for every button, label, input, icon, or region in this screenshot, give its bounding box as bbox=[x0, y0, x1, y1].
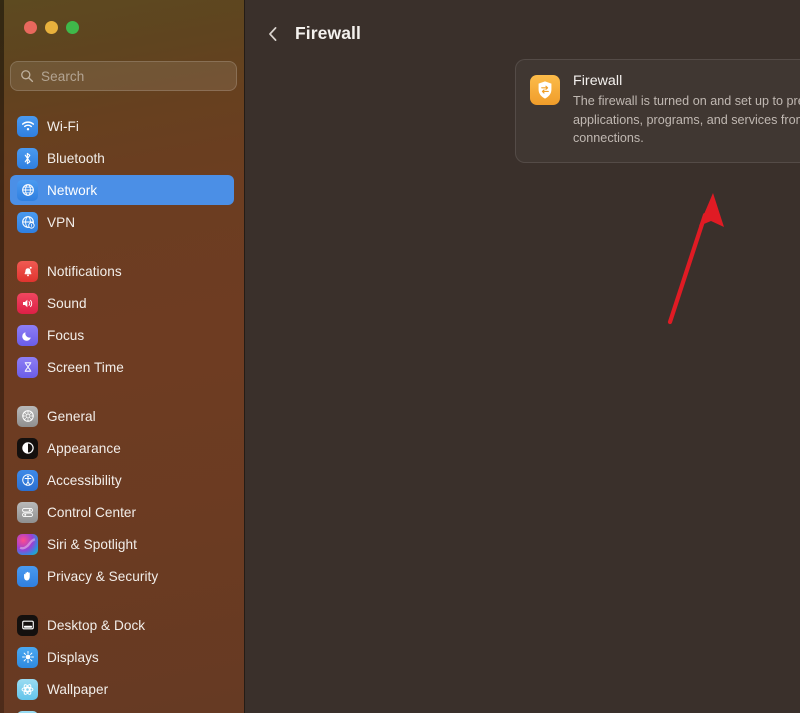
sidebar-item-label: VPN bbox=[47, 215, 75, 230]
control-center-icon bbox=[17, 502, 38, 523]
content-header: Firewall bbox=[245, 0, 800, 50]
sidebar-item-notifications[interactable]: Notifications bbox=[10, 256, 234, 286]
appearance-contrast-icon bbox=[17, 438, 38, 459]
minimize-button-icon[interactable] bbox=[45, 21, 58, 34]
sidebar-item-siri-spotlight[interactable]: Siri & Spotlight bbox=[10, 529, 234, 559]
traffic-lights bbox=[24, 21, 79, 34]
notifications-bell-icon bbox=[17, 261, 38, 282]
chevron-left-icon bbox=[266, 24, 280, 44]
sidebar-divider bbox=[0, 384, 244, 401]
sidebar-group-network: Wi-Fi Bluetooth bbox=[0, 111, 244, 237]
sidebar-divider bbox=[0, 593, 244, 610]
search-box[interactable]: Search bbox=[10, 61, 237, 91]
maximize-button-icon[interactable] bbox=[66, 21, 79, 34]
bluetooth-icon bbox=[17, 148, 38, 169]
action-row: Options... ? bbox=[515, 171, 800, 196]
sidebar-item-vpn[interactable]: VPN bbox=[10, 207, 234, 237]
focus-moon-icon bbox=[17, 325, 38, 346]
wallpaper-icon bbox=[17, 679, 38, 700]
sidebar-item-label: Bluetooth bbox=[47, 151, 105, 166]
desktop-dock-icon bbox=[17, 615, 38, 636]
sidebar-item-label: Wallpaper bbox=[47, 682, 108, 697]
sidebar-item-appearance[interactable]: Appearance bbox=[10, 433, 234, 463]
sidebar-item-label: Control Center bbox=[47, 505, 136, 520]
back-button[interactable] bbox=[264, 23, 282, 45]
sidebar-item-label: Network bbox=[47, 183, 97, 198]
sidebar-divider bbox=[0, 239, 244, 256]
firewall-text-block: Firewall The firewall is turned on and s… bbox=[573, 73, 800, 148]
privacy-hand-icon bbox=[17, 566, 38, 587]
sidebar-item-sound[interactable]: Sound bbox=[10, 288, 234, 318]
sidebar-item-screen-time[interactable]: Screen Time bbox=[10, 352, 234, 382]
sidebar-item-label: General bbox=[47, 409, 96, 424]
sidebar-item-label: Siri & Spotlight bbox=[47, 537, 137, 552]
sidebar-item-label: Accessibility bbox=[47, 473, 122, 488]
firewall-shield-icon bbox=[530, 75, 560, 105]
sidebar-item-network[interactable]: Network bbox=[10, 175, 234, 205]
page-title: Firewall bbox=[295, 23, 361, 44]
sidebar-group-system: Notifications Sound bbox=[0, 256, 244, 382]
search-icon bbox=[20, 69, 34, 83]
search-field[interactable]: Search bbox=[10, 61, 237, 91]
sound-speaker-icon bbox=[17, 293, 38, 314]
general-gear-icon bbox=[17, 406, 38, 427]
accessibility-person-icon bbox=[17, 470, 38, 491]
search-placeholder: Search bbox=[41, 69, 84, 84]
sidebar-item-displays[interactable]: Displays bbox=[10, 642, 234, 672]
sidebar-item-desktop-dock[interactable]: Desktop & Dock bbox=[10, 610, 234, 640]
sidebar-item-label: Screen Time bbox=[47, 360, 124, 375]
firewall-title: Firewall bbox=[573, 73, 800, 89]
sidebar-item-label: Privacy & Security bbox=[47, 569, 158, 584]
sidebar-item-label: Focus bbox=[47, 328, 84, 343]
sidebar-item-label: Desktop & Dock bbox=[47, 618, 145, 633]
vpn-globe-icon bbox=[17, 212, 38, 233]
wifi-icon bbox=[17, 116, 38, 137]
system-settings-window: Search Wi-Fi bbox=[0, 0, 800, 713]
sidebar-item-label: Notifications bbox=[47, 264, 122, 279]
displays-sun-icon bbox=[17, 647, 38, 668]
sidebar-item-accessibility[interactable]: Accessibility bbox=[10, 465, 234, 495]
firewall-card: Firewall The firewall is turned on and s… bbox=[515, 59, 800, 163]
main-content: Firewall Firewall The firewall is turned… bbox=[245, 0, 800, 713]
screen-time-hourglass-icon bbox=[17, 357, 38, 378]
sidebar-item-label: Sound bbox=[47, 296, 87, 311]
sidebar-item-wallpaper[interactable]: Wallpaper bbox=[10, 674, 234, 704]
sidebar-group-general: General Appearance bbox=[0, 401, 244, 591]
sidebar-group-desktop: Desktop & Dock Displays bbox=[0, 610, 244, 713]
sidebar-nav[interactable]: Wi-Fi Bluetooth bbox=[0, 104, 244, 713]
siri-orb-icon bbox=[17, 534, 38, 555]
sidebar-item-label: Displays bbox=[47, 650, 99, 665]
sidebar-item-focus[interactable]: Focus bbox=[10, 320, 234, 350]
sidebar-item-general[interactable]: General bbox=[10, 401, 234, 431]
sidebar-item-label: Wi-Fi bbox=[47, 119, 79, 134]
sidebar-item-control-center[interactable]: Control Center bbox=[10, 497, 234, 527]
sidebar-item-bluetooth[interactable]: Bluetooth bbox=[10, 143, 234, 173]
sidebar-item-label: Appearance bbox=[47, 441, 121, 456]
network-globe-icon bbox=[17, 180, 38, 201]
sidebar-item-wi-fi[interactable]: Wi-Fi bbox=[10, 111, 234, 141]
firewall-description: The firewall is turned on and set up to … bbox=[573, 92, 800, 148]
sidebar-item-privacy-security[interactable]: Privacy & Security bbox=[10, 561, 234, 591]
sidebar: Search Wi-Fi bbox=[0, 0, 245, 713]
close-button-icon[interactable] bbox=[24, 21, 37, 34]
sidebar-item-screen-saver[interactable]: Screen Saver bbox=[10, 706, 234, 713]
